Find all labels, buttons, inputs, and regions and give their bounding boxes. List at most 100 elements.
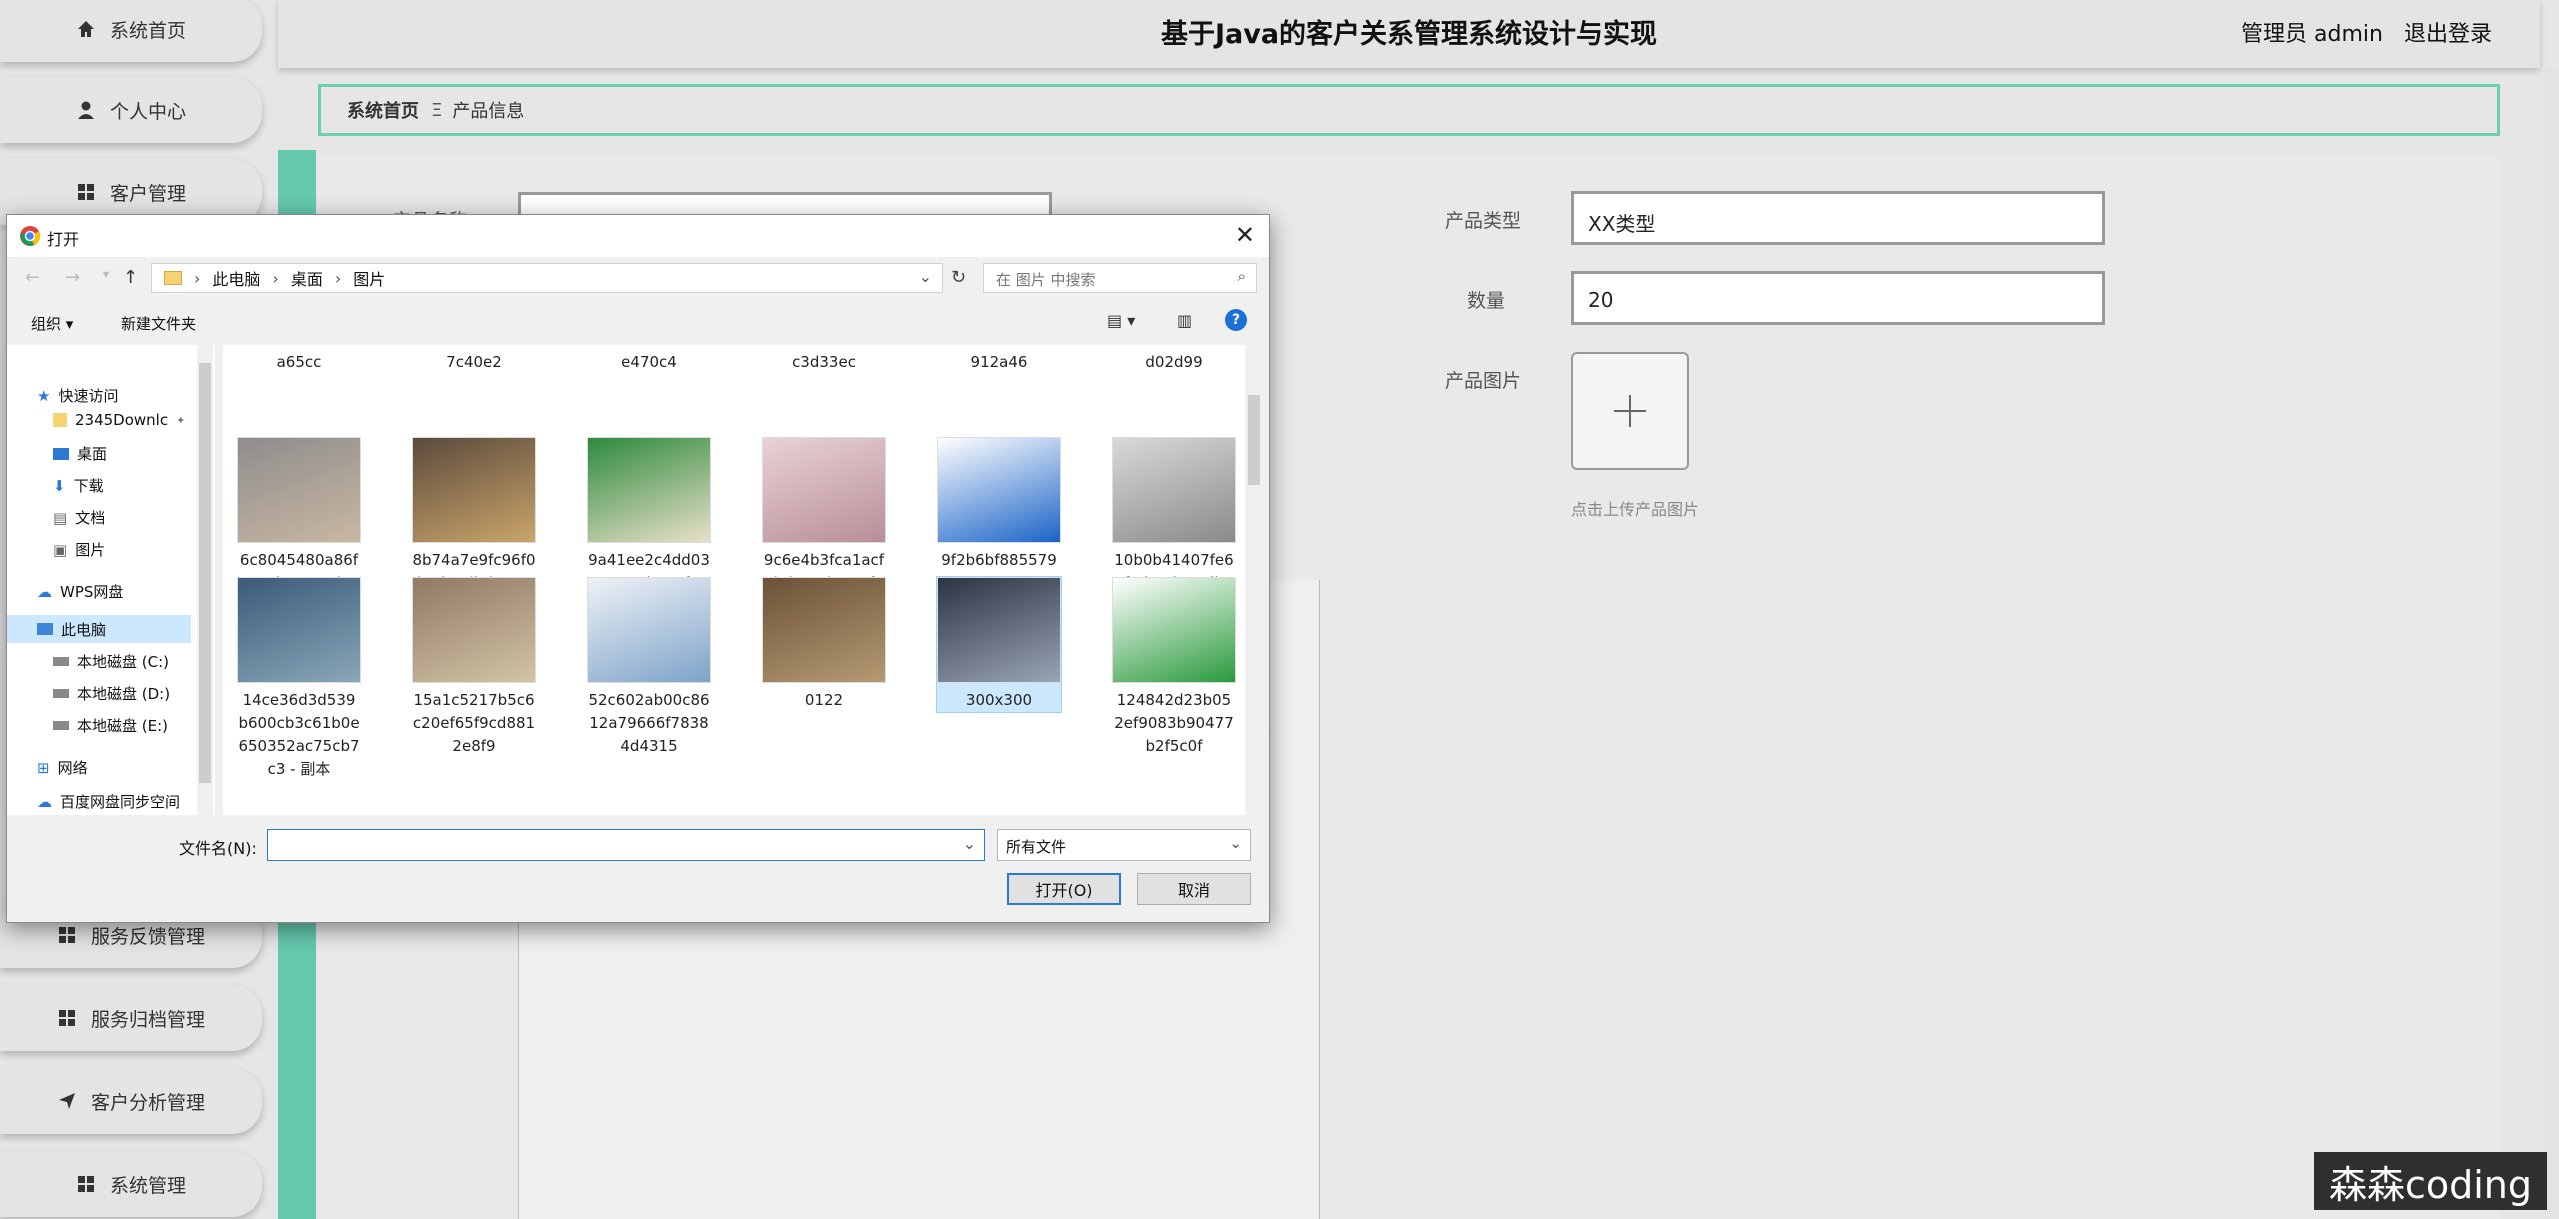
tree-item-drive-d[interactable]: 本地磁盘 (D:) <box>53 683 170 704</box>
close-icon[interactable]: ✕ <box>1235 221 1255 249</box>
file-grid-scrollbar[interactable] <box>1245 345 1263 815</box>
plus-icon <box>1614 395 1646 427</box>
file-thumbnail <box>1112 437 1236 543</box>
product-image-label: 产品图片 <box>1444 370 1521 392</box>
file-item[interactable]: 300x300 <box>936 576 1062 713</box>
file-item[interactable]: 912a46 <box>937 351 1061 374</box>
file-name: c3d33ec <box>792 353 856 371</box>
chrome-icon <box>20 226 41 246</box>
image-upload-button[interactable] <box>1571 352 1689 470</box>
tree-item-wps[interactable]: ☁ WPS网盘 <box>37 581 123 602</box>
path-segment[interactable]: 图片 <box>353 266 385 290</box>
quantity-input[interactable]: 20 <box>1571 271 2105 325</box>
tree-item-baidu[interactable]: ☁ 百度网盘同步空间 <box>37 791 180 812</box>
file-thumbnail <box>412 437 536 543</box>
file-name: 300x300 <box>965 691 1033 709</box>
search-placeholder: 在 图片 中搜索 <box>996 271 1096 289</box>
file-name: 124842d23b05 2ef9083b90477 b2f5c0f <box>1114 691 1234 755</box>
path-segment[interactable]: 桌面 <box>291 266 323 290</box>
filename-dropdown-icon[interactable]: ⌄ <box>963 834 976 853</box>
refresh-icon[interactable]: ↻ <box>951 267 966 288</box>
file-name: 14ce36d3d539 b600cb3c61b0e 650352ac75cb7… <box>238 691 360 778</box>
file-item[interactable]: a65cc <box>237 351 361 374</box>
file-item[interactable]: 52c602ab00c86 12a79666f7838 4d4315 <box>587 577 711 758</box>
sidebar-item-home[interactable]: 系统首页 <box>0 0 262 62</box>
drive-icon <box>53 657 69 666</box>
quantity-label: 数量 <box>1466 290 1505 312</box>
sidebar-item-analysis[interactable]: 客户分析管理 <box>0 1068 262 1134</box>
preview-pane-icon[interactable]: ▥ <box>1177 311 1192 330</box>
filename-input[interactable]: ⌄ <box>267 829 985 861</box>
recent-dropdown-icon[interactable]: ▾ <box>103 267 109 281</box>
open-button[interactable]: 打开(O) <box>1007 873 1121 905</box>
address-dropdown-icon[interactable]: ⌄ <box>919 267 932 286</box>
file-item[interactable]: 0122 <box>762 577 886 712</box>
view-options-icon[interactable]: ▤ ▾ <box>1107 311 1135 330</box>
tree-item-documents[interactable]: ▤ 文档 <box>53 507 105 528</box>
tree-scrollbar[interactable] <box>197 345 213 815</box>
new-folder-button[interactable]: 新建文件夹 <box>121 313 196 334</box>
picture-icon: ▣ <box>53 540 68 559</box>
back-icon[interactable]: ← <box>25 267 40 288</box>
sidebar-item-label: 服务归档管理 <box>90 1008 205 1031</box>
product-type-input[interactable]: XX类型 <box>1571 191 2105 245</box>
tree-item-downloads[interactable]: ⬇ 下载 <box>53 475 104 496</box>
breadcrumb-home[interactable]: 系统首页 <box>347 97 419 123</box>
grid-icon <box>77 1176 94 1192</box>
file-item[interactable]: 7c40e2 <box>412 351 536 374</box>
file-name: e470c4 <box>621 353 677 371</box>
file-name: 912a46 <box>970 353 1028 371</box>
file-item[interactable]: d02d99 <box>1112 351 1236 374</box>
file-name: 52c602ab00c86 12a79666f7838 4d4315 <box>588 691 710 755</box>
page-scrollbar[interactable] <box>2545 68 2559 1219</box>
sidebar-item-profile[interactable]: 个人中心 <box>0 77 262 143</box>
product-type-label: 产品类型 <box>1444 210 1521 232</box>
filetype-select[interactable]: 所有文件 ⌄ <box>997 829 1251 861</box>
path-separator: › <box>194 268 201 288</box>
tree-item-pictures[interactable]: ▣ 图片 <box>53 539 105 560</box>
accent-strip <box>278 918 316 1219</box>
file-thumbnail <box>1112 577 1236 683</box>
sidebar-item-system[interactable]: 系统管理 <box>0 1151 262 1217</box>
tree-item-drive-c[interactable]: 本地磁盘 (C:) <box>53 651 169 672</box>
user-name: 管理员 admin <box>2241 22 2383 47</box>
tree-item-downloads2345[interactable]: 2345Downlc ✦ <box>53 411 185 429</box>
tree-item-desktop[interactable]: 桌面 <box>53 443 107 464</box>
path-segment[interactable]: 此电脑 <box>212 266 260 290</box>
tree-item-this-pc[interactable]: 此电脑 <box>7 615 191 643</box>
up-icon[interactable]: ↑ <box>123 267 138 288</box>
file-thumbnail <box>237 437 361 543</box>
forward-icon[interactable]: → <box>65 267 80 288</box>
search-input[interactable]: 在 图片 中搜索 ⌕ <box>983 263 1257 293</box>
user-icon <box>77 101 94 119</box>
address-bar[interactable]: › 此电脑 › 桌面 › 图片 ⌄ <box>151 263 943 293</box>
breadcrumb-current: 产品信息 <box>452 101 525 122</box>
file-item[interactable]: e470c4 <box>587 351 711 374</box>
chevron-down-icon: ⌄ <box>1229 834 1242 852</box>
cloud-icon: ☁ <box>37 582 52 601</box>
file-item[interactable]: 14ce36d3d539 b600cb3c61b0e 650352ac75cb7… <box>237 577 361 781</box>
upload-hint: 点击上传产品图片 <box>1571 500 1700 519</box>
file-name: a65cc <box>276 353 322 371</box>
sidebar-item-label: 系统首页 <box>109 19 186 42</box>
logout-link[interactable]: 退出登录 <box>2404 22 2492 47</box>
file-open-dialog: 打开 ✕ ← → ▾ ↑ › 此电脑 › 桌面 › 图片 ⌄ ↻ 在 图片 中搜… <box>6 214 1270 923</box>
tree-item-network[interactable]: ⊞ 网络 <box>37 757 88 778</box>
file-thumbnail <box>412 577 536 683</box>
tree-item-quick-access[interactable]: ★ 快速访问 <box>37 385 118 406</box>
file-item[interactable]: c3d33ec <box>762 351 886 374</box>
send-icon <box>58 1093 75 1109</box>
file-item[interactable]: 15a1c5217b5c6 c20ef65f9cd881 2e8f9 <box>412 577 536 758</box>
sidebar-item-archive[interactable]: 服务归档管理 <box>0 985 262 1051</box>
file-item[interactable]: 124842d23b05 2ef9083b90477 b2f5c0f <box>1112 577 1236 758</box>
pin-icon: ✦ <box>176 413 186 427</box>
tree-item-drive-e[interactable]: 本地磁盘 (E:) <box>53 715 168 736</box>
organize-button[interactable]: 组织 ▾ <box>31 313 73 334</box>
download-icon: ⬇ <box>53 476 66 495</box>
cancel-button[interactable]: 取消 <box>1137 873 1251 905</box>
file-thumbnail <box>587 437 711 543</box>
help-icon[interactable]: ? <box>1225 309 1247 331</box>
drive-icon <box>53 721 69 730</box>
dialog-toolbar: 组织 ▾ 新建文件夹 ▤ ▾ ▥ ? <box>7 305 1269 339</box>
page-title: 基于Java的客户关系管理系统设计与实现 <box>1160 19 1658 50</box>
